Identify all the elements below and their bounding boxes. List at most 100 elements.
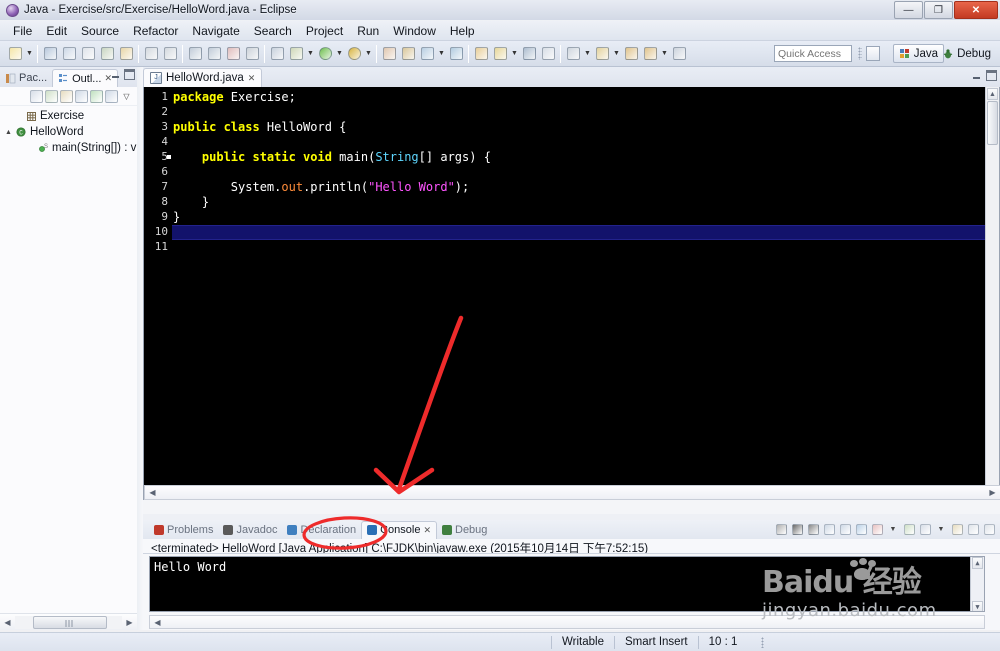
display-selected-console-icon[interactable] [918, 522, 932, 536]
new-java-project-icon[interactable] [380, 45, 398, 63]
show-console-on-error-icon-dropdown-arrow-icon[interactable]: ▼ [886, 522, 900, 536]
editor-vertical-scrollbar[interactable]: ▲ ▼ [985, 87, 999, 498]
new-class-icon[interactable] [418, 45, 436, 63]
menu-search[interactable]: Search [247, 22, 299, 40]
console-scroll-down-icon[interactable]: ▼ [972, 601, 983, 611]
console-scroll-left-icon[interactable]: ◀ [150, 615, 165, 630]
prev-annotation-icon-dropdown-arrow-icon[interactable]: ▼ [612, 45, 621, 63]
scroll-left-arrow-icon[interactable]: ◀ [0, 615, 15, 630]
tab-debug[interactable]: Debug [437, 521, 492, 539]
menu-file[interactable]: File [6, 22, 39, 40]
editor-minimize-icon[interactable] [971, 70, 982, 81]
tab-outline[interactable]: Outl... ✕ [52, 69, 119, 87]
open-type-icon[interactable] [447, 45, 465, 63]
menu-run[interactable]: Run [350, 22, 386, 40]
editor-maximize-icon[interactable] [986, 70, 997, 81]
resume-icon[interactable] [186, 45, 204, 63]
search-icon[interactable] [472, 45, 490, 63]
hide-local-types-icon[interactable] [105, 89, 118, 103]
hide-nonpublic-icon[interactable] [90, 89, 103, 103]
close-button[interactable]: ✕ [954, 1, 998, 19]
menu-help[interactable]: Help [443, 22, 482, 40]
maximize-icon[interactable] [124, 69, 135, 80]
run-icon[interactable] [316, 45, 334, 63]
forward-icon-dropdown-arrow-icon[interactable]: ▼ [660, 45, 669, 63]
menu-navigate[interactable]: Navigate [185, 22, 246, 40]
collapse-all-icon[interactable] [30, 89, 43, 103]
menu-refactor[interactable]: Refactor [126, 22, 185, 40]
view-menu-icon[interactable]: ▽ [120, 90, 133, 103]
save-all-icon[interactable] [60, 45, 78, 63]
maximize-button[interactable]: ❐ [924, 1, 953, 19]
editor-toggle-icon[interactable] [491, 45, 509, 63]
code-content[interactable]: package Exercise; public class HelloWord … [173, 87, 999, 499]
debug-icon-dropdown-arrow-icon[interactable]: ▼ [306, 45, 315, 63]
menu-window[interactable]: Window [386, 22, 443, 40]
outline-horizontal-scrollbar[interactable]: ◀ ▶ [0, 613, 137, 630]
new-class-icon-dropdown-arrow-icon[interactable]: ▼ [437, 45, 446, 63]
quick-access-input[interactable] [774, 45, 852, 62]
twisty-icon[interactable]: ▲ [4, 129, 13, 136]
scroll-right-arrow-icon[interactable]: ▶ [122, 615, 137, 630]
step-into-icon[interactable] [268, 45, 286, 63]
outline-item-helloword[interactable]: ▲ C HelloWord [0, 124, 137, 140]
outline-toggle-icon[interactable] [520, 45, 538, 63]
open-perspective-button[interactable] [866, 46, 880, 61]
sort-icon[interactable] [45, 89, 58, 103]
next-annotation-icon-dropdown-arrow-icon[interactable]: ▼ [583, 45, 592, 63]
tab-helloword-java[interactable]: J HelloWord.java ✕ [143, 68, 263, 87]
tab-declaration[interactable]: Declaration [282, 521, 361, 539]
outline-item-exercise[interactable]: Exercise [0, 108, 137, 124]
editor-scroll-up-icon[interactable]: ▲ [987, 88, 998, 100]
disconnect-icon[interactable] [243, 45, 261, 63]
tab-problems[interactable]: Problems [149, 521, 218, 539]
console-vertical-scrollbar[interactable]: ▲ ▼ [970, 557, 984, 611]
terminate-icon[interactable] [224, 45, 242, 63]
outline-item-main[interactable]: Smain(String[]) : v [0, 140, 137, 156]
next-annotation-icon[interactable] [564, 45, 582, 63]
run-last-icon-dropdown-arrow-icon[interactable]: ▼ [364, 45, 373, 63]
perspective-icon[interactable] [539, 45, 557, 63]
debug-icon[interactable] [287, 45, 305, 63]
breakpoint-marker-icon[interactable] [167, 155, 171, 159]
scroll-thumb[interactable] [33, 615, 107, 629]
open-console-icon[interactable] [950, 522, 964, 536]
suspend-icon[interactable] [205, 45, 223, 63]
pin-editor-icon[interactable] [670, 45, 688, 63]
print-icon[interactable] [79, 45, 97, 63]
prev-annotation-icon[interactable] [593, 45, 611, 63]
tab-close-icon[interactable]: ✕ [423, 525, 431, 536]
run-last-icon[interactable] [345, 45, 363, 63]
hide-static-icon[interactable] [75, 89, 88, 103]
run-icon-dropdown-arrow-icon[interactable]: ▼ [335, 45, 344, 63]
undo-icon[interactable] [142, 45, 160, 63]
save-icon[interactable] [41, 45, 59, 63]
minimize-icon[interactable] [966, 522, 980, 536]
new-wizard-icon-dropdown-arrow-icon[interactable]: ▼ [25, 45, 34, 63]
show-console-on-output-icon[interactable] [854, 522, 868, 536]
console-scroll-up-icon[interactable]: ▲ [972, 557, 983, 569]
minimize-button[interactable]: — [894, 1, 923, 19]
redo-icon[interactable] [161, 45, 179, 63]
editor-toggle-icon-dropdown-arrow-icon[interactable]: ▼ [510, 45, 519, 63]
hide-fields-icon[interactable] [60, 89, 73, 103]
editor-scroll-left-icon[interactable]: ◀ [145, 485, 160, 500]
code-editor[interactable]: 1 2 3 4 5 6 7 8 9 10 11 package Exercise; public cl… [143, 87, 1000, 500]
tab-package-explorer[interactable]: Pac... [0, 69, 52, 87]
editor-horizontal-scrollbar[interactable]: ◀ ▶ [144, 485, 1000, 500]
tab-javadoc[interactable]: Javadoc [218, 521, 282, 539]
tab-console[interactable]: Console ✕ [361, 520, 437, 539]
scroll-track[interactable] [15, 615, 122, 629]
menu-project[interactable]: Project [299, 22, 350, 40]
minimize-icon[interactable] [110, 69, 121, 80]
editor-scroll-right-icon[interactable]: ▶ [985, 485, 1000, 500]
forward-icon[interactable] [641, 45, 659, 63]
display-selected-console-icon-dropdown-arrow-icon[interactable]: ▼ [934, 522, 948, 536]
perspective-debug-button[interactable]: Debug [937, 44, 996, 63]
new-wizard-icon[interactable] [6, 45, 24, 63]
clear-console-icon[interactable] [822, 522, 836, 536]
remove-launch-icon[interactable] [790, 522, 804, 536]
editor-vscroll-thumb[interactable] [987, 101, 998, 145]
console-horizontal-scrollbar[interactable]: ◀ [149, 615, 985, 629]
external-tools-icon[interactable] [117, 45, 135, 63]
